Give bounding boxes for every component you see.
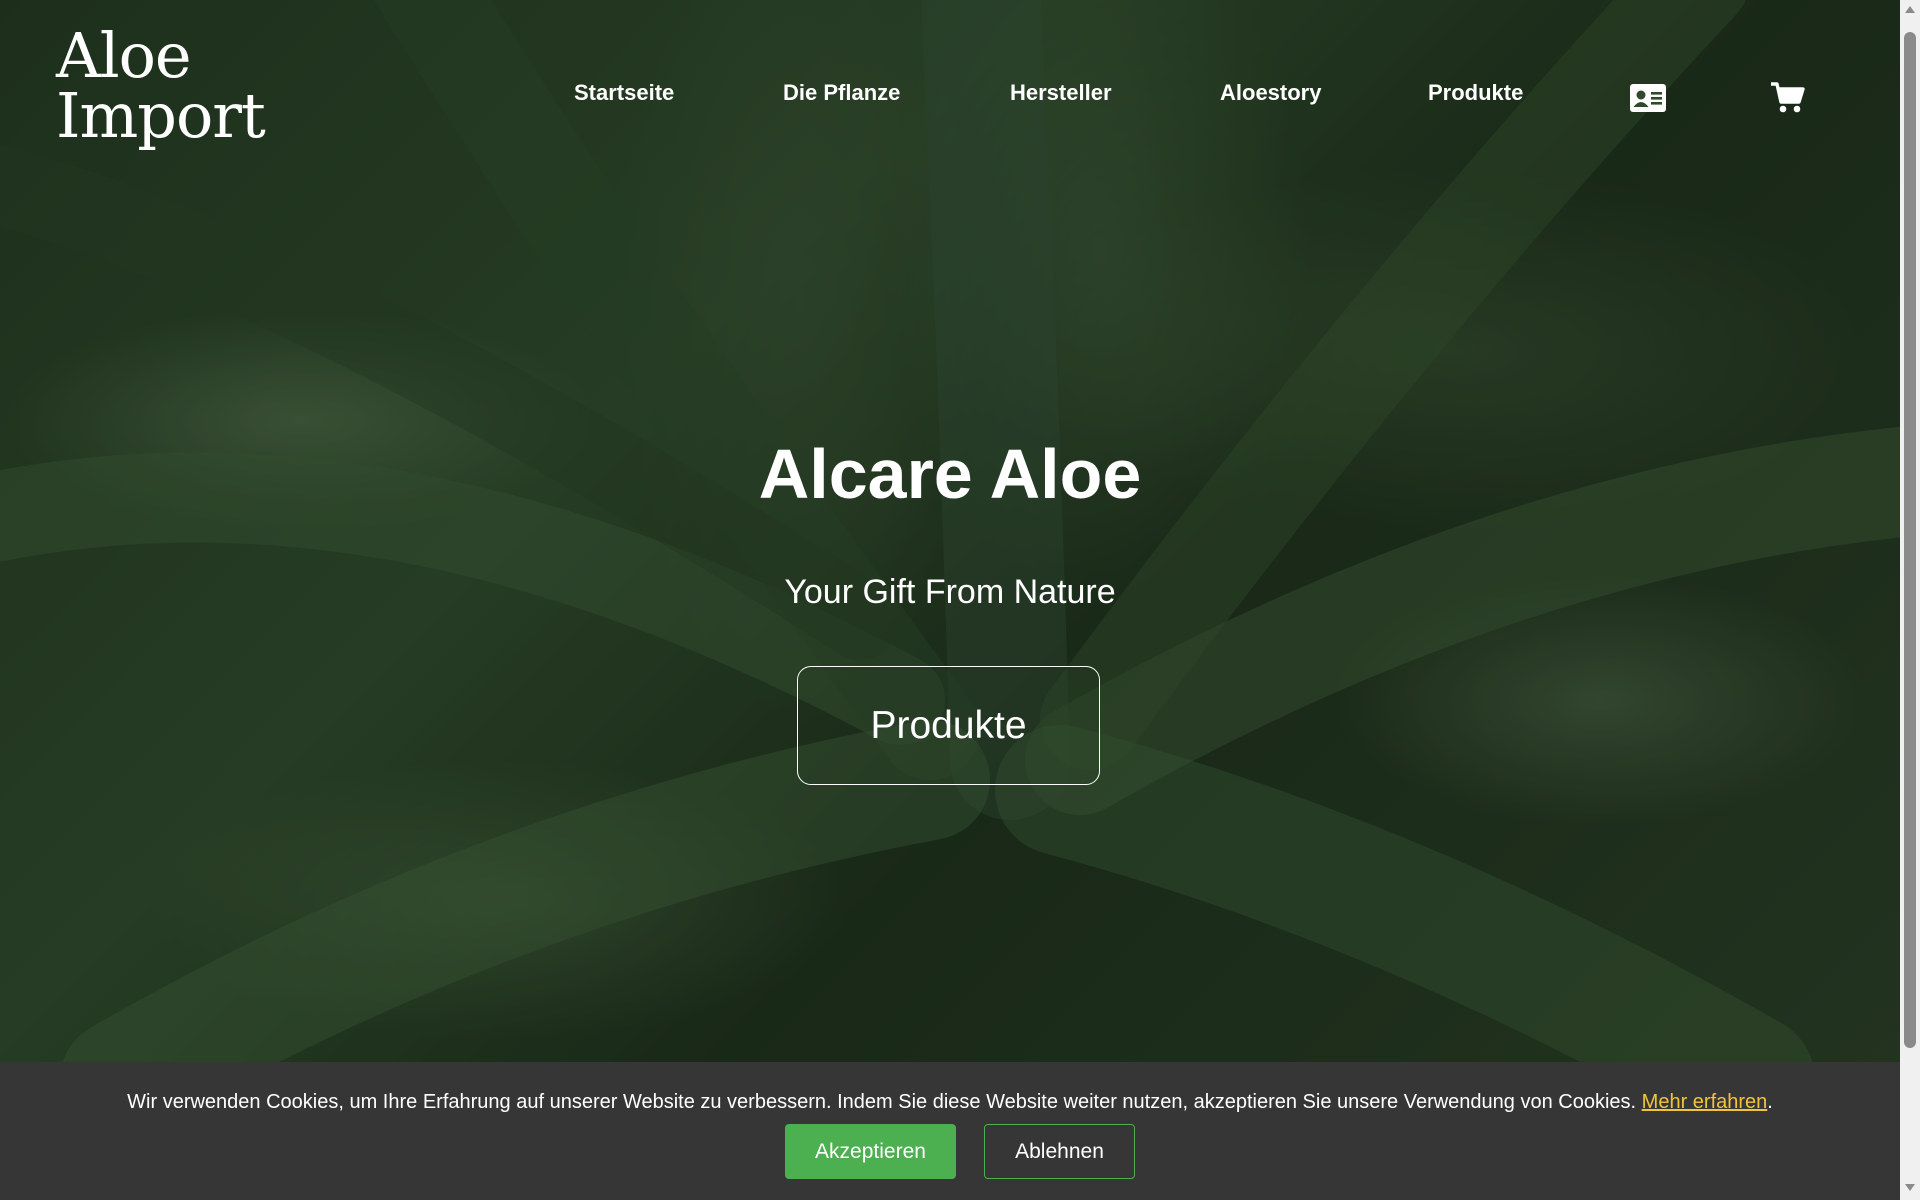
learn-more-link[interactable]: Mehr erfahren [1642,1091,1768,1113]
cookie-message: Wir verwenden Cookies, um Ihre Erfahrung… [0,1088,1900,1116]
products-button[interactable]: Produkte [797,666,1100,785]
nav-die-pflanze[interactable]: Die Pflanze [783,80,900,106]
vertical-scrollbar[interactable] [1900,0,1920,1200]
cookie-message-text: Wir verwenden Cookies, um Ihre Erfahrung… [127,1091,1637,1113]
nav-aloestory[interactable]: Aloestory [1220,80,1321,106]
nav-hersteller[interactable]: Hersteller [1010,80,1112,106]
main-nav: Startseite Die Pflanze Hersteller Aloest… [0,80,1900,112]
hero-title: Alcare Aloe [758,435,1142,513]
cookie-message-period: . [1767,1091,1773,1113]
contact-card-icon[interactable] [1628,80,1668,116]
scrollbar-thumb[interactable] [1904,32,1916,1048]
accept-cookies-button[interactable]: Akzeptieren [785,1124,956,1179]
shopping-cart-icon[interactable] [1768,80,1808,116]
hero-overlay [0,0,1900,1062]
nav-startseite[interactable]: Startseite [574,80,674,106]
cookie-banner: Wir verwenden Cookies, um Ihre Erfahrung… [0,1062,1900,1200]
page: Aloe Import Startseite Die Pflanze Herst… [0,0,1920,1200]
decline-cookies-button[interactable]: Ablehnen [984,1124,1135,1179]
logo-line-1: Aloe [56,19,192,92]
hero-subtitle: Your Gift From Nature [784,573,1116,611]
scroll-down-arrow-icon[interactable] [1905,1184,1915,1191]
nav-produkte[interactable]: Produkte [1428,80,1523,106]
scroll-up-arrow-icon[interactable] [1905,6,1915,13]
